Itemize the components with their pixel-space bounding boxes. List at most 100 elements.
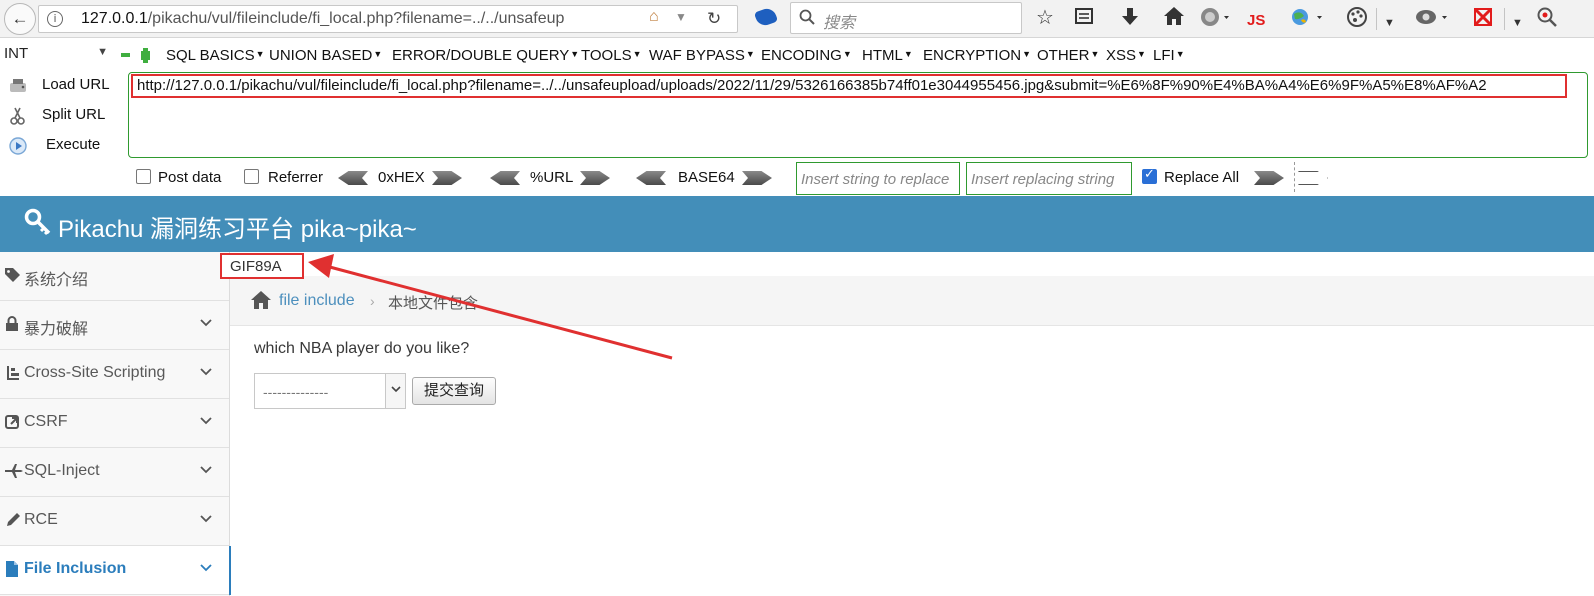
replacing-string-input[interactable]: Insert replacing string bbox=[966, 162, 1132, 195]
address-bar[interactable]: i 127.0.0.1/pikachu/vul/fileinclude/fi_l… bbox=[38, 5, 738, 33]
url-host: 127.0.0.1 bbox=[81, 10, 148, 27]
sidebar-item-file-inclusion[interactable]: File Inclusion bbox=[0, 546, 231, 595]
sidebar-item-label: File Inclusion bbox=[24, 560, 127, 577]
overflow-arrow-icon[interactable]: ▼ bbox=[1512, 11, 1523, 35]
menu-encoding[interactable]: ENCODING▼ bbox=[761, 47, 852, 64]
replace-arrow-icon[interactable] bbox=[1254, 171, 1284, 185]
replace-all-label: Replace All bbox=[1164, 169, 1240, 186]
zoom-search-icon[interactable] bbox=[1536, 6, 1558, 34]
replace-empty-arrow-icon[interactable] bbox=[1298, 171, 1328, 185]
sidebar-item-xss[interactable]: Cross-Site Scripting bbox=[0, 350, 229, 399]
menu-error-double-query[interactable]: ERROR/DOUBLE QUERY▼ bbox=[392, 47, 579, 64]
home-icon[interactable] bbox=[1163, 6, 1185, 32]
player-select-value: -------------- bbox=[263, 384, 329, 400]
reading-list-icon[interactable] bbox=[1074, 6, 1094, 32]
menu-xss[interactable]: XSS▼ bbox=[1106, 47, 1146, 64]
house-icon[interactable]: ⌂ bbox=[649, 8, 659, 26]
sidebar: 系统介绍 暴力破解 Cross-Site Scripting CSRF SQL-… bbox=[0, 252, 231, 596]
menu-label: OTHER bbox=[1037, 47, 1090, 64]
player-select[interactable]: -------------- bbox=[254, 373, 406, 409]
plane-icon bbox=[5, 463, 23, 479]
info-icon[interactable]: i bbox=[47, 11, 63, 27]
menu-lfi[interactable]: LFI▼ bbox=[1153, 47, 1185, 64]
file-output-text: GIF89A bbox=[220, 253, 304, 279]
execute-label: Execute bbox=[46, 136, 101, 153]
menu-other[interactable]: OTHER▼ bbox=[1037, 47, 1099, 64]
no-script-icon[interactable] bbox=[1472, 6, 1494, 34]
plus-icon[interactable] bbox=[141, 48, 150, 63]
base64-encode-arrow-icon[interactable] bbox=[742, 171, 772, 185]
overflow-arrow-icon[interactable]: ▼ bbox=[1384, 11, 1395, 35]
pencil-icon bbox=[5, 512, 21, 528]
sidebar-item-label: CSRF bbox=[24, 413, 68, 430]
chevron-down-icon bbox=[198, 315, 214, 331]
sidebar-item-label: 系统介绍 bbox=[24, 272, 89, 289]
home-icon[interactable] bbox=[250, 290, 272, 315]
load-icon bbox=[8, 76, 28, 96]
referrer-checkbox[interactable] bbox=[244, 169, 259, 184]
palette-icon[interactable] bbox=[1346, 6, 1368, 34]
load-url-button[interactable]: Load URL bbox=[2, 72, 122, 100]
menu-tools[interactable]: TOOLS▼ bbox=[581, 47, 642, 64]
base64-decode-arrow-icon[interactable] bbox=[636, 171, 666, 185]
search-placeholder: 搜索 bbox=[823, 15, 856, 32]
eye-menu-icon[interactable] bbox=[1414, 6, 1450, 34]
menu-sql-basics[interactable]: SQL BASICS▼ bbox=[166, 47, 265, 64]
breadcrumb-current: 本地文件包含 bbox=[388, 295, 479, 312]
hex-encode-arrow-icon[interactable] bbox=[432, 171, 462, 185]
encoding-select-value: INT bbox=[4, 45, 29, 62]
submit-button[interactable]: 提交查询 bbox=[412, 377, 496, 405]
replace-all-checkbox[interactable] bbox=[1142, 167, 1157, 184]
menu-encryption[interactable]: ENCRYPTION▼ bbox=[923, 47, 1031, 64]
chevron-down-icon[interactable] bbox=[385, 374, 405, 408]
chevron-down-icon bbox=[198, 560, 214, 576]
minus-icon[interactable] bbox=[121, 53, 130, 57]
external-link-icon bbox=[5, 414, 21, 430]
search-box[interactable]: 搜索 bbox=[790, 2, 1022, 34]
menu-html[interactable]: HTML▼ bbox=[862, 47, 913, 64]
file-icon bbox=[5, 561, 21, 577]
star-icon[interactable]: ☆ bbox=[1036, 6, 1054, 30]
sidebar-item-csrf[interactable]: CSRF bbox=[0, 399, 229, 448]
back-button[interactable]: ← bbox=[4, 3, 36, 35]
sidebar-item-intro[interactable]: 系统介绍 bbox=[0, 252, 229, 301]
breadcrumb: file include › 本地文件包含 bbox=[230, 276, 1594, 326]
breadcrumb-separator-icon: › bbox=[370, 293, 375, 309]
sidebar-item-rce[interactable]: RCE bbox=[0, 497, 229, 546]
url-encode-label: %URL bbox=[530, 169, 574, 186]
site-title[interactable]: Pikachu 漏洞练习平台 pika~pika~ bbox=[58, 209, 417, 244]
execute-button[interactable]: Execute bbox=[2, 132, 122, 160]
breadcrumb-link[interactable]: file include bbox=[279, 292, 355, 310]
referrer-label: Referrer bbox=[268, 169, 324, 186]
javascript-icon[interactable]: JS bbox=[1247, 9, 1265, 33]
menu-union-based[interactable]: UNION BASED▼ bbox=[269, 47, 382, 64]
globe-menu-icon[interactable] bbox=[1200, 6, 1230, 34]
download-icon[interactable] bbox=[1120, 6, 1140, 34]
url-path: /pikachu/vul/fileinclude/fi_local.php?fi… bbox=[147, 10, 565, 27]
split-url-label: Split URL bbox=[42, 106, 106, 123]
menu-waf-bypass[interactable]: WAF BYPASS▼ bbox=[649, 47, 755, 64]
color-globe-icon[interactable] bbox=[1290, 6, 1324, 34]
hackbar-url-value[interactable]: http://127.0.0.1/pikachu/vul/fileinclude… bbox=[131, 74, 1567, 98]
reload-icon[interactable]: ↻ bbox=[707, 9, 721, 29]
hex-decode-arrow-icon[interactable] bbox=[338, 171, 368, 185]
sidebar-item-label: 暴力破解 bbox=[24, 321, 89, 338]
url-encode-arrow-icon[interactable] bbox=[580, 171, 610, 185]
sidebar-item-brute-force[interactable]: 暴力破解 bbox=[0, 301, 229, 350]
encoding-select[interactable]: INT ▼ bbox=[4, 45, 112, 67]
hackbar-url-textarea[interactable]: http://127.0.0.1/pikachu/vul/fileinclude… bbox=[128, 72, 1588, 158]
menu-label: SQL BASICS bbox=[166, 47, 255, 64]
toolbar-divider bbox=[1376, 8, 1377, 30]
question-label: which NBA player do you like? bbox=[254, 340, 470, 357]
post-data-checkbox[interactable] bbox=[136, 169, 151, 184]
address-text[interactable]: 127.0.0.1/pikachu/vul/fileinclude/fi_loc… bbox=[81, 10, 681, 28]
extension-icon[interactable] bbox=[753, 6, 779, 28]
dropdown-icon[interactable]: ▼ bbox=[675, 10, 687, 24]
menu-label: UNION BASED bbox=[269, 47, 373, 64]
menu-label: HTML bbox=[862, 47, 903, 64]
url-decode-arrow-icon[interactable] bbox=[490, 171, 520, 185]
sidebar-item-sql-inject[interactable]: SQL-Inject bbox=[0, 448, 229, 497]
hex-label: 0xHEX bbox=[378, 169, 425, 186]
replace-string-input[interactable]: Insert string to replace bbox=[796, 162, 960, 195]
split-url-button[interactable]: Split URL bbox=[2, 102, 122, 130]
